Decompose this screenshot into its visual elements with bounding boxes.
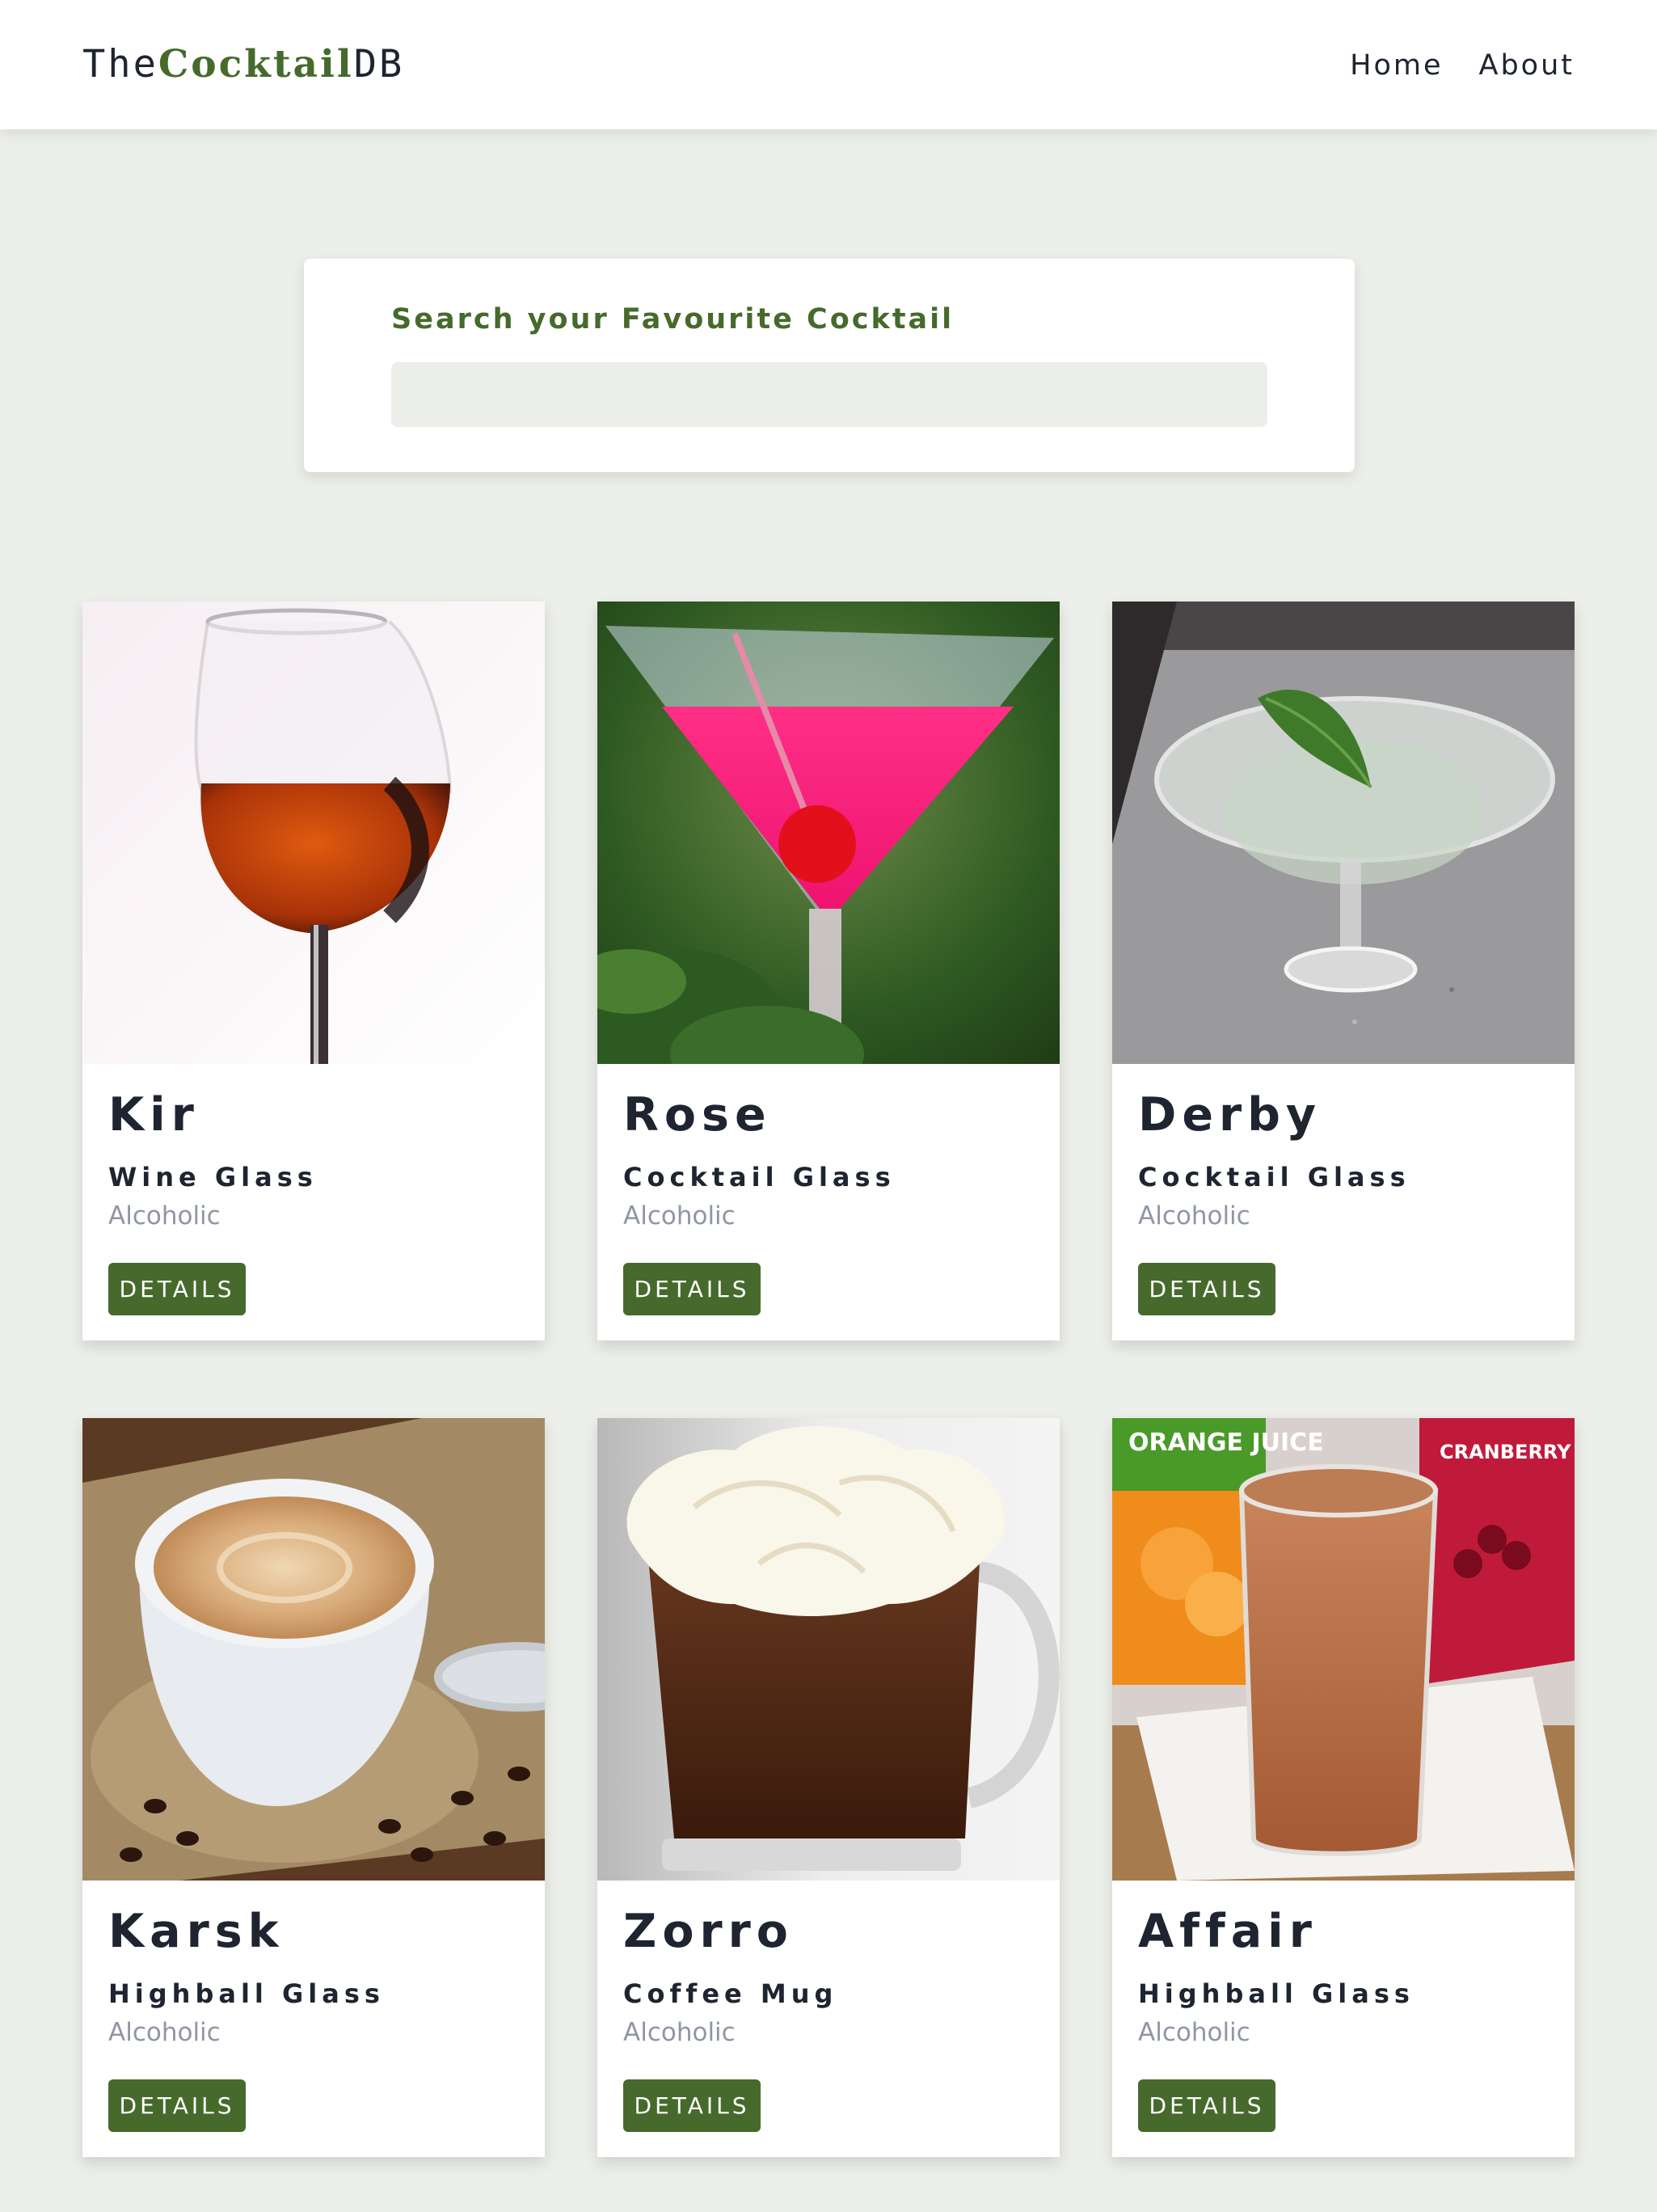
cocktail-image-derby (1112, 602, 1575, 1064)
details-button[interactable]: DETAILS (108, 1263, 246, 1315)
search-label: Search your Favourite Cocktail (391, 303, 955, 336)
cocktail-name: Rose (623, 1088, 772, 1142)
details-button[interactable]: DETAILS (623, 1263, 761, 1315)
cocktail-image-rose (597, 602, 1060, 1064)
cocktail-glass: Highball Glass (1138, 1978, 1415, 2009)
search-input[interactable] (391, 362, 1267, 427)
logo-prefix: The (82, 42, 158, 87)
cocktail-image-zorro (597, 1418, 1060, 1881)
cocktail-card-karsk: Karsk Highball Glass Alcoholic DETAILS (82, 1418, 545, 2157)
cocktail-type: Alcoholic (108, 1201, 221, 1231)
orange-juice-label: ORANGE JUICE (1128, 1429, 1324, 1457)
cocktail-type: Alcoholic (623, 1201, 736, 1231)
cocktail-name: Karsk (108, 1905, 285, 1958)
cocktail-image-kir (82, 602, 545, 1064)
cocktail-type: Alcoholic (623, 2018, 736, 2047)
martini-rose-photo (597, 602, 1060, 1064)
coffee-cup-photo (82, 1418, 545, 1881)
coffee-mug-photo (597, 1418, 1060, 1881)
martini-derby-photo (1112, 602, 1575, 1064)
nav-link-home[interactable]: Home (1350, 45, 1443, 86)
highball-juice-photo: ORANGE JUICE CRANBERRY JUICE DRINK (1112, 1418, 1575, 1881)
search-form: Search your Favourite Cocktail (304, 259, 1355, 472)
wine-glass-photo (82, 602, 545, 1064)
cocktail-type: Alcoholic (1138, 2018, 1250, 2047)
cocktail-glass: Coffee Mug (623, 1978, 838, 2009)
cocktail-card-derby: Derby Cocktail Glass Alcoholic DETAILS (1112, 602, 1575, 1340)
cocktail-image-affair: ORANGE JUICE CRANBERRY JUICE DRINK (1112, 1418, 1575, 1881)
cocktail-name: Kir (108, 1088, 200, 1142)
logo-suffix: DB (353, 42, 405, 87)
cocktail-glass: Highball Glass (108, 1978, 385, 2009)
cocktail-type: Alcoholic (1138, 1201, 1250, 1231)
navbar: TheCocktailDB Home About (0, 0, 1657, 129)
cocktail-name: Zorro (623, 1905, 794, 1958)
details-button[interactable]: DETAILS (1138, 1263, 1275, 1315)
cocktail-card-zorro: Zorro Coffee Mug Alcoholic DETAILS (597, 1418, 1060, 2157)
cocktail-card-affair: ORANGE JUICE CRANBERRY JUICE DRINK Affai… (1112, 1418, 1575, 2157)
details-button[interactable]: DETAILS (623, 2079, 761, 2132)
cocktail-glass: Cocktail Glass (1138, 1162, 1410, 1193)
site-logo[interactable]: TheCocktailDB (82, 40, 404, 89)
cocktail-glass: Wine Glass (108, 1162, 318, 1193)
cocktail-name: Affair (1138, 1905, 1318, 1958)
cranberry-label: CRANBERRY JUICE DRINK (1440, 1441, 1575, 1463)
details-button[interactable]: DETAILS (1138, 2079, 1275, 2132)
cocktail-type: Alcoholic (108, 2018, 221, 2047)
details-button[interactable]: DETAILS (108, 2079, 246, 2132)
cocktail-card-kir: Kir Wine Glass Alcoholic DETAILS (82, 602, 545, 1340)
nav-link-about[interactable]: About (1479, 45, 1575, 86)
cocktail-name: Derby (1138, 1088, 1322, 1142)
logo-highlight: Cocktail (158, 42, 354, 87)
cocktail-image-karsk (82, 1418, 545, 1881)
cocktail-glass: Cocktail Glass (623, 1162, 896, 1193)
nav-links: Home About (1350, 45, 1575, 86)
cocktail-card-rose: Rose Cocktail Glass Alcoholic DETAILS (597, 602, 1060, 1340)
